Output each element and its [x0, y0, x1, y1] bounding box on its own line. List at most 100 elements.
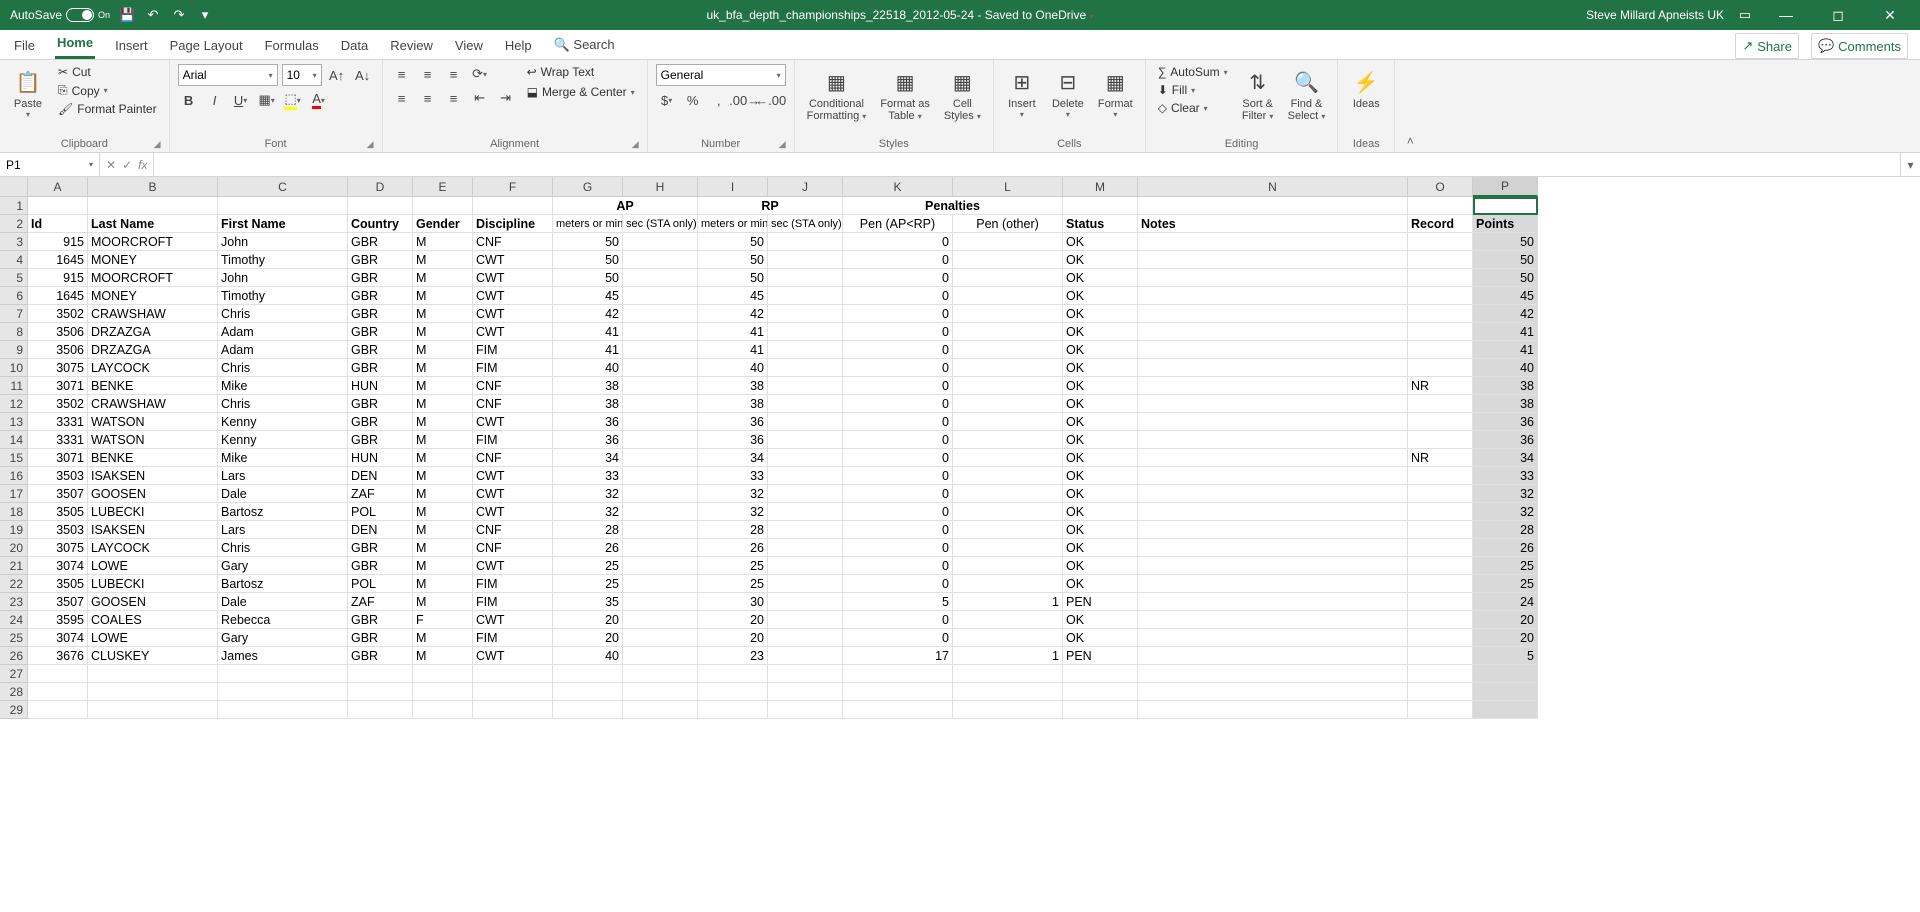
cell[interactable]: Lars — [218, 467, 348, 485]
cell[interactable]: 28 — [1473, 521, 1538, 539]
font-size-select[interactable]: 10▾ — [282, 64, 322, 86]
col-header[interactable]: P — [1473, 177, 1538, 197]
cell[interactable]: OK — [1063, 629, 1138, 647]
conditional-formatting-button[interactable]: ▦ Conditional Formatting ▾ — [803, 64, 871, 124]
cell[interactable] — [953, 539, 1063, 557]
row-header[interactable]: 1 — [0, 197, 28, 215]
cell[interactable] — [218, 197, 348, 215]
cell[interactable]: GBR — [348, 359, 413, 377]
col-header[interactable]: C — [218, 177, 348, 197]
row-header[interactable]: 6 — [0, 287, 28, 305]
cell[interactable]: 23 — [698, 647, 768, 665]
cell[interactable] — [623, 431, 698, 449]
cell[interactable] — [768, 449, 843, 467]
cell[interactable]: 3331 — [28, 431, 88, 449]
cell[interactable]: 35 — [553, 593, 623, 611]
cell[interactable]: 40 — [553, 647, 623, 665]
tab-home[interactable]: Home — [55, 29, 95, 59]
cell[interactable]: 40 — [553, 359, 623, 377]
cell[interactable]: CWT — [473, 611, 553, 629]
close-button[interactable]: ✕ — [1870, 0, 1910, 30]
cell[interactable]: 0 — [843, 287, 953, 305]
header-cell[interactable]: Notes — [1138, 215, 1408, 233]
cell[interactable]: 3071 — [28, 449, 88, 467]
cell[interactable] — [953, 341, 1063, 359]
cell[interactable]: 0 — [843, 359, 953, 377]
cell[interactable] — [1408, 557, 1473, 575]
cell[interactable]: OK — [1063, 395, 1138, 413]
cell[interactable] — [1063, 701, 1138, 719]
cell[interactable]: 3071 — [28, 377, 88, 395]
cell[interactable]: Mike — [218, 377, 348, 395]
cell[interactable] — [28, 197, 88, 215]
header-cell[interactable]: sec (STA only) — [768, 215, 843, 233]
cell[interactable]: 0 — [843, 629, 953, 647]
cell[interactable]: 0 — [843, 575, 953, 593]
find-select-button[interactable]: 🔍Find &Select ▾ — [1284, 64, 1330, 124]
cell[interactable]: 915 — [28, 233, 88, 251]
cell[interactable]: DEN — [348, 521, 413, 539]
cell[interactable] — [1408, 647, 1473, 665]
cell[interactable] — [1408, 251, 1473, 269]
cell[interactable] — [1138, 647, 1408, 665]
cell[interactable] — [768, 287, 843, 305]
row-header[interactable]: 14 — [0, 431, 28, 449]
cell[interactable]: 41 — [553, 341, 623, 359]
cell[interactable]: 0 — [843, 557, 953, 575]
cell[interactable] — [768, 521, 843, 539]
cell[interactable]: 33 — [698, 467, 768, 485]
cell[interactable]: 0 — [843, 539, 953, 557]
cell[interactable]: M — [413, 629, 473, 647]
cell[interactable]: 3506 — [28, 323, 88, 341]
cell[interactable] — [953, 629, 1063, 647]
accounting-format-icon[interactable]: $▾ — [656, 90, 678, 110]
cell[interactable] — [768, 395, 843, 413]
cell[interactable]: OK — [1063, 521, 1138, 539]
cell[interactable] — [953, 287, 1063, 305]
cell[interactable] — [953, 305, 1063, 323]
cell[interactable] — [768, 485, 843, 503]
cell[interactable]: MOORCROFT — [88, 233, 218, 251]
cell[interactable] — [953, 683, 1063, 701]
cell[interactable] — [768, 341, 843, 359]
cell[interactable] — [1408, 593, 1473, 611]
cell[interactable]: M — [413, 485, 473, 503]
col-header[interactable]: J — [768, 177, 843, 197]
cell[interactable]: GBR — [348, 557, 413, 575]
cell[interactable]: ISAKSEN — [88, 521, 218, 539]
cell[interactable]: GBR — [348, 629, 413, 647]
cell[interactable] — [1138, 575, 1408, 593]
col-header[interactable]: B — [88, 177, 218, 197]
cell[interactable]: HUN — [348, 449, 413, 467]
cell[interactable]: M — [413, 269, 473, 287]
row-header[interactable]: 4 — [0, 251, 28, 269]
cell[interactable]: 25 — [698, 557, 768, 575]
cell[interactable] — [953, 359, 1063, 377]
tab-insert[interactable]: Insert — [113, 32, 150, 59]
decrease-decimal-icon[interactable]: ←.00 — [760, 90, 782, 110]
cell[interactable]: M — [413, 647, 473, 665]
cell[interactable]: 0 — [843, 395, 953, 413]
cell[interactable] — [1408, 197, 1473, 215]
cell[interactable] — [348, 197, 413, 215]
cell[interactable]: 45 — [553, 287, 623, 305]
header-cell[interactable]: Country — [348, 215, 413, 233]
cell[interactable] — [623, 233, 698, 251]
cell[interactable] — [1473, 701, 1538, 719]
bold-button[interactable]: B — [178, 90, 200, 110]
cell[interactable]: 28 — [698, 521, 768, 539]
header-cell[interactable]: Pen (AP<RP) — [843, 215, 953, 233]
cell[interactable] — [1138, 503, 1408, 521]
cell[interactable] — [348, 683, 413, 701]
cell[interactable] — [1408, 503, 1473, 521]
cell[interactable]: M — [413, 251, 473, 269]
cell[interactable]: DEN — [348, 467, 413, 485]
cell[interactable]: 25 — [1473, 557, 1538, 575]
cell[interactable] — [1138, 431, 1408, 449]
cell[interactable]: Bartosz — [218, 503, 348, 521]
cell[interactable] — [1408, 611, 1473, 629]
cell[interactable]: F — [413, 611, 473, 629]
cell[interactable] — [1408, 395, 1473, 413]
cell[interactable] — [623, 323, 698, 341]
cell[interactable]: OK — [1063, 287, 1138, 305]
